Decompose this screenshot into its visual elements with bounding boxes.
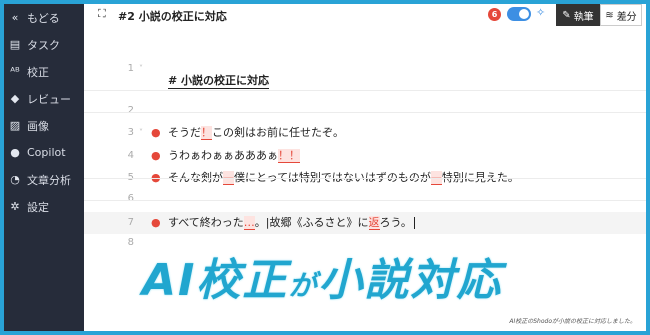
proofread-highlight[interactable]: ！！ — [278, 149, 300, 163]
layers-icon: ≋ — [605, 9, 614, 21]
diff-mode-button[interactable]: ≋ 差分 — [600, 4, 642, 26]
sidebar-item-label: レビュー — [27, 92, 71, 106]
sidebar-item-label: 設定 — [27, 200, 49, 214]
sidebar-item-proofread[interactable]: ᴬᴮ 校正 — [4, 58, 84, 85]
proofread-highlight[interactable]: 返 — [368, 216, 380, 230]
banner-part-2: が — [288, 269, 319, 302]
fold-icon[interactable]: ˅ — [139, 124, 143, 142]
line-separator — [84, 112, 646, 113]
copilot-icon: ● — [10, 146, 20, 159]
magic-wand-icon[interactable]: ✧ — [536, 6, 545, 19]
line-separator — [84, 200, 646, 201]
image-icon: ▨ — [9, 119, 21, 132]
text-segment: そうだ — [168, 126, 201, 139]
sidebar-item-image[interactable]: ▨ 画像 — [4, 112, 84, 139]
sidebar-item-label: Copilot — [27, 146, 66, 159]
editor-line[interactable]: # 小説の校正に対応 — [84, 72, 646, 90]
line-text: そうだ！この剣はお前に任せたぞ。 — [168, 124, 344, 142]
editor-line[interactable]: 2 — [84, 102, 646, 120]
sidebar-item-label: 校正 — [27, 65, 49, 79]
pen-icon: ✎ — [562, 9, 571, 21]
issue-count-badge[interactable]: 6 — [488, 8, 501, 21]
top-bar: ⛶ #2 小説の校正に対応 6 ✧ ✎ 執筆 ≋ 差分 — [84, 4, 646, 26]
document-title: #2 小説の校正に対応 — [118, 10, 227, 23]
issue-marker-icon[interactable]: ● — [151, 124, 161, 142]
editor-line[interactable]: 6 — [84, 190, 646, 208]
line-number: 7 — [127, 217, 134, 228]
banner-part-3: 小説対応 — [318, 255, 503, 306]
review-icon: ◆ — [10, 92, 20, 105]
line-number: 2 — [127, 105, 134, 116]
diff-mode-label: 差分 — [616, 11, 637, 23]
analysis-icon: ◔ — [10, 173, 20, 186]
line-separator — [84, 90, 646, 91]
banner-caption: AI校正のShodoが小説の校正に対応しました。 — [509, 318, 636, 325]
editor-line[interactable]: 4 ● うわぁわぁぁあああぁ！！ — [84, 147, 646, 165]
issue-marker-icon[interactable]: ● — [151, 147, 161, 165]
line-number: 6 — [127, 193, 134, 204]
banner-part-1: AI校正 — [142, 255, 289, 306]
expand-icon[interactable]: ⛶ — [98, 7, 106, 21]
issue-marker-icon[interactable]: ● — [151, 212, 161, 234]
sidebar-item-copilot[interactable]: ● Copilot — [4, 139, 84, 166]
sidebar-item-back[interactable]: « もどる — [4, 4, 84, 31]
sidebar-item-label: 画像 — [27, 119, 49, 133]
line-number: 3 — [127, 127, 134, 138]
sidebar-item-review[interactable]: ◆ レビュー — [4, 85, 84, 112]
line-number: 4 — [127, 150, 134, 161]
sidebar-item-label: もどる — [27, 11, 60, 25]
sidebar-item-label: 文章分析 — [27, 173, 71, 187]
sidebar-item-settings[interactable]: ✲ 設定 — [4, 193, 84, 220]
line-text: # 小説の校正に対応 — [168, 72, 270, 90]
sidebar-item-analysis[interactable]: ◔ 文章分析 — [4, 166, 84, 193]
proofread-icon: ᴬᴮ — [10, 65, 20, 78]
text-segment: すべて終わった — [168, 216, 244, 229]
banner-headline: AI校正が小説対応 — [142, 244, 502, 308]
proofread-highlight[interactable]: ！ — [201, 126, 212, 140]
line-separator — [84, 178, 646, 179]
text-segment: 。|故郷《ふるさと》に — [254, 216, 369, 229]
write-mode-label: 執筆 — [573, 11, 594, 23]
settings-icon: ✲ — [10, 200, 20, 213]
sidebar-item-task[interactable]: ▤ タスク — [4, 31, 84, 58]
text-cursor — [413, 217, 415, 229]
proofread-highlight[interactable]: … — [243, 216, 255, 230]
toggle-knob — [519, 9, 529, 19]
sidebar-item-label: タスク — [27, 38, 60, 52]
line-text: うわぁわぁぁあああぁ！！ — [168, 147, 300, 165]
proofread-toggle[interactable] — [507, 7, 531, 21]
line-number: 8 — [127, 237, 134, 248]
heading-text: # 小説の校正に対応 — [168, 74, 270, 89]
line-text: すべて終わった…。|故郷《ふるさと》に返ろう。 — [168, 212, 415, 234]
back-icon: « — [11, 11, 19, 24]
sidebar: « もどる ▤ タスク ᴬᴮ 校正 ◆ レビュー ▨ 画像 ● Copilot ◔ 文章分析 ✲ 設定 — [4, 4, 84, 331]
text-segment: うわぁわぁぁあああぁ — [168, 149, 278, 162]
write-mode-button[interactable]: ✎ 執筆 — [556, 4, 600, 26]
editor-line[interactable]: 3 ˅ ● そうだ！この剣はお前に任せたぞ。 — [84, 124, 646, 142]
text-segment: この剣はお前に任せたぞ。 — [212, 126, 344, 139]
text-segment: ろう。 — [379, 216, 412, 229]
editor-line[interactable]: 7 ● すべて終わった…。|故郷《ふるさと》に返ろう。 — [84, 212, 646, 234]
task-icon: ▤ — [9, 38, 21, 51]
app-window: « もどる ▤ タスク ᴬᴮ 校正 ◆ レビュー ▨ 画像 ● Copilot ◔ 文章分析 ✲ 設定 ⛶ #… — [4, 4, 646, 331]
